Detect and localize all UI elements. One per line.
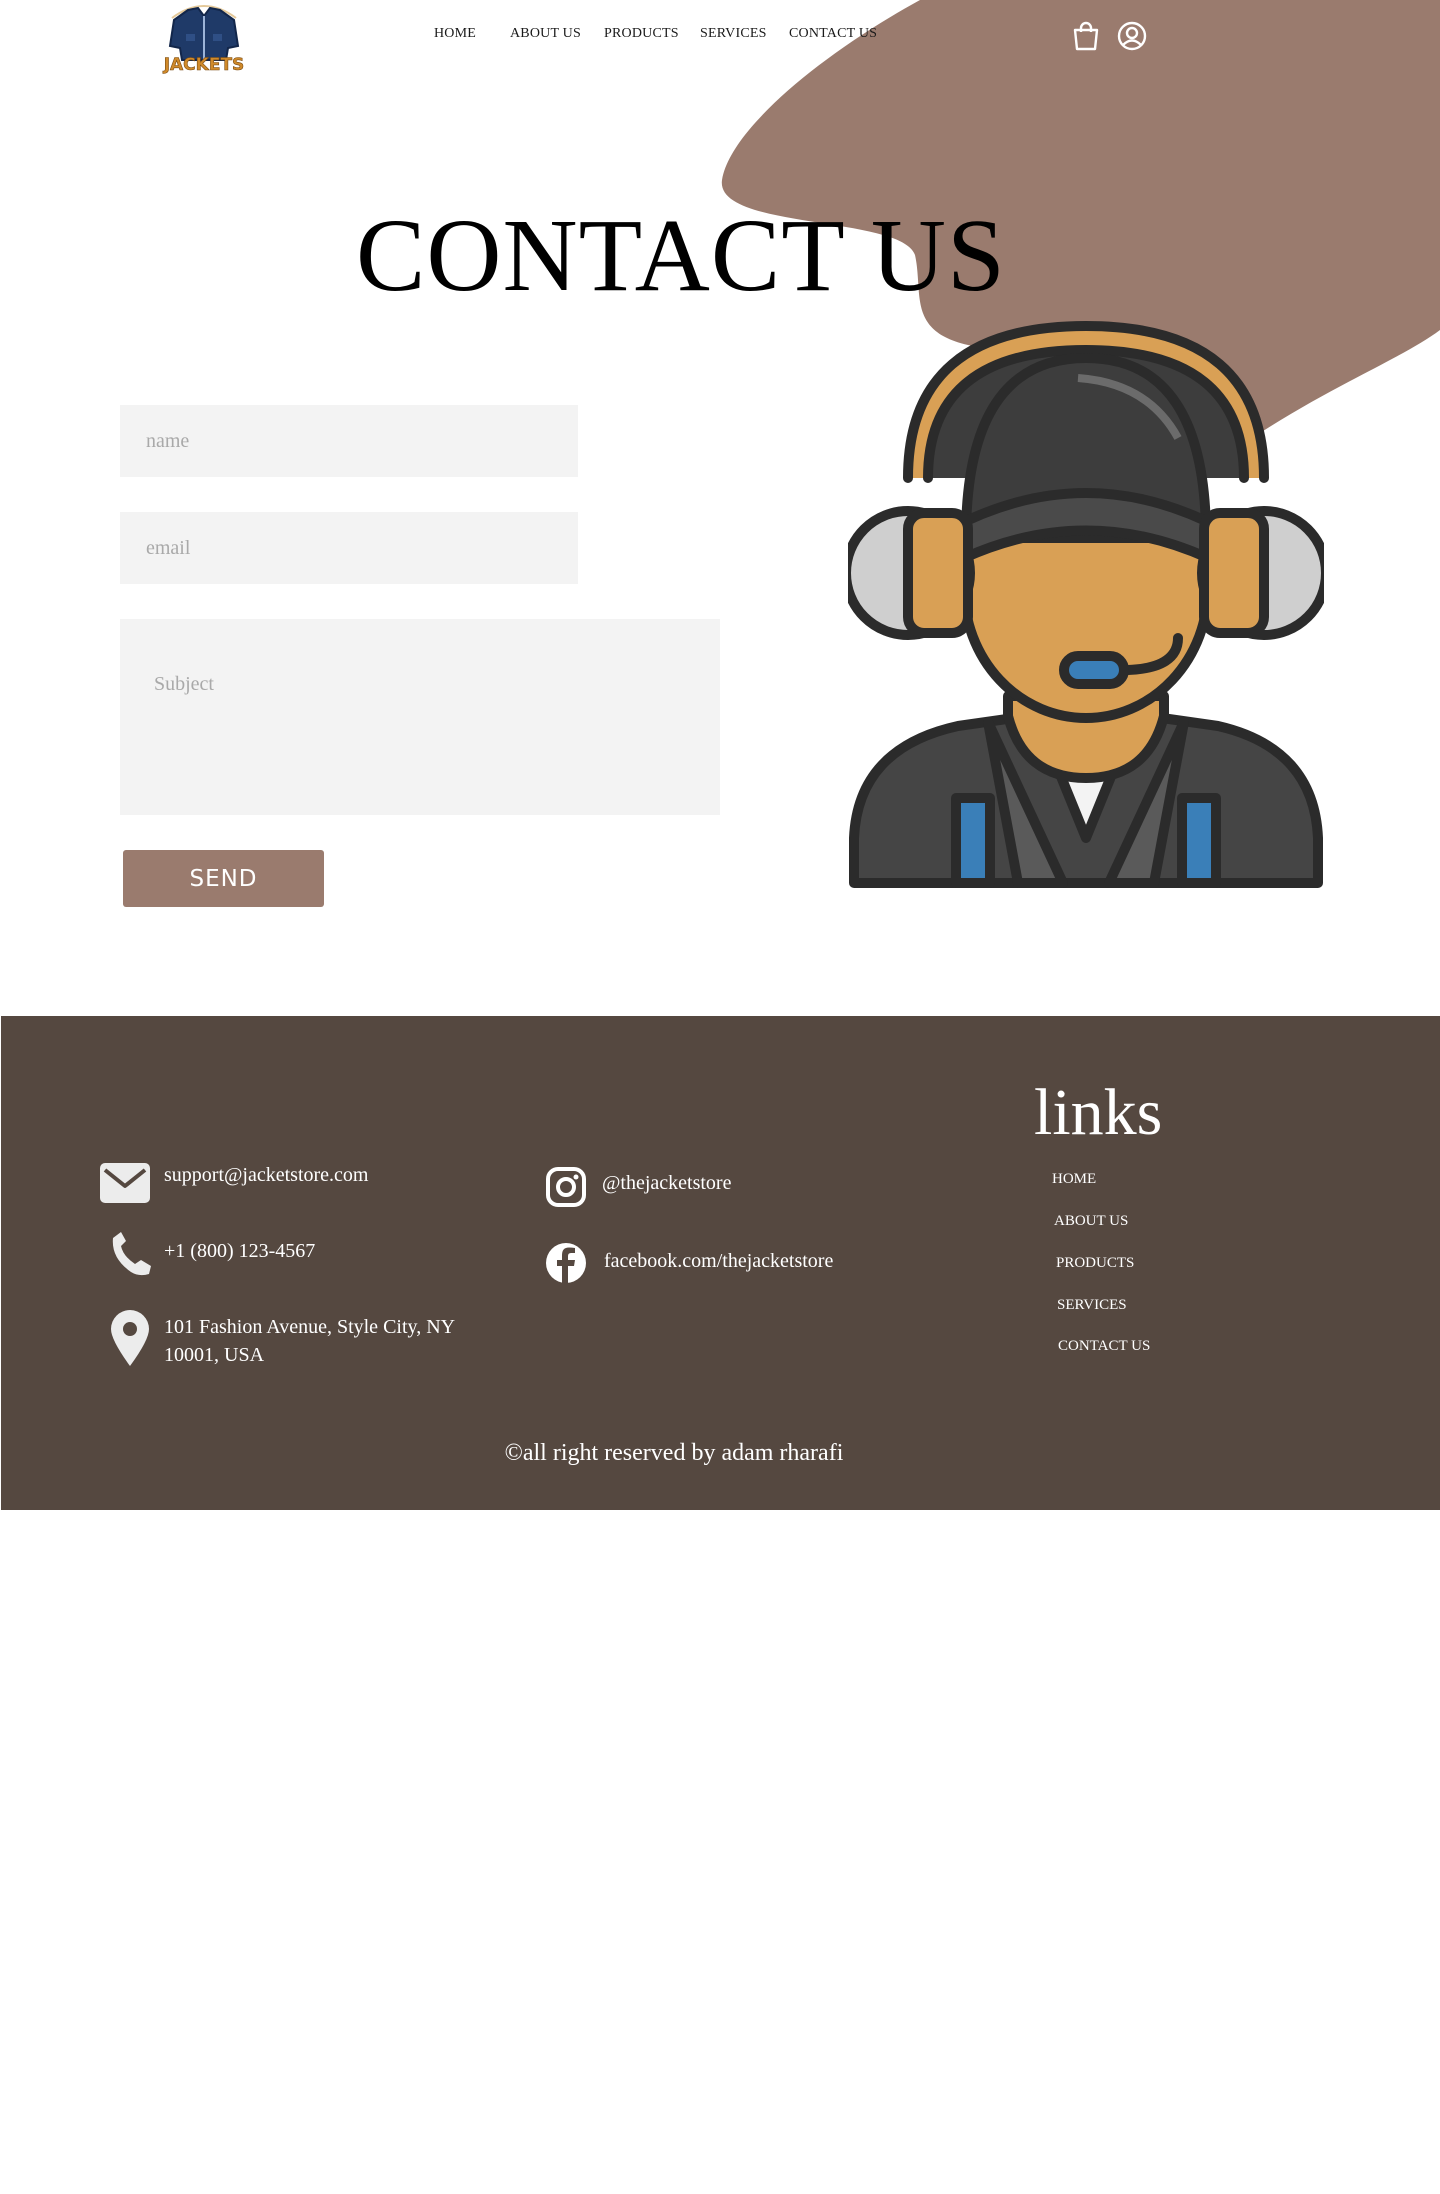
site-footer: support@jacketstore.com +1 (800) 123-456…	[1, 1016, 1440, 1510]
nav-about-us[interactable]: ABOUT US	[510, 26, 581, 42]
footer-facebook-link[interactable]: facebook.com/thejacketstore	[604, 1250, 833, 1273]
footer-link-services[interactable]: SERVICES	[1057, 1297, 1127, 1314]
footer-link-about-us[interactable]: ABOUT US	[1054, 1213, 1128, 1230]
subject-textarea[interactable]	[120, 619, 720, 815]
shopping-bag-icon[interactable]	[1070, 20, 1102, 52]
footer-address-line2: 10001, USA	[164, 1344, 265, 1366]
user-account-icon[interactable]	[1116, 20, 1148, 52]
mail-icon	[100, 1163, 150, 1203]
phone-icon	[112, 1232, 151, 1276]
footer-link-contact-us[interactable]: CONTACT US	[1058, 1338, 1150, 1355]
page-title: CONTACT US	[356, 198, 1006, 313]
footer-link-products[interactable]: PRODUCTS	[1056, 1255, 1134, 1272]
footer-phone[interactable]: +1 (800) 123-4567	[164, 1240, 315, 1263]
footer-links-title: links	[1034, 1076, 1163, 1149]
nav-products[interactable]: PRODUCTS	[604, 26, 679, 42]
email-input[interactable]	[120, 512, 578, 584]
nav-home[interactable]: HOME	[434, 26, 476, 42]
footer-email[interactable]: support@jacketstore.com	[164, 1164, 368, 1187]
main-nav: HOME ABOUT US PRODUCTS SERVICES CONTACT …	[0, 26, 1440, 48]
send-button[interactable]: SEND	[123, 850, 324, 907]
nav-services[interactable]: SERVICES	[700, 26, 767, 42]
name-input[interactable]	[120, 405, 578, 477]
nav-contact-us[interactable]: CONTACT US	[789, 26, 877, 42]
footer-link-home[interactable]: HOME	[1052, 1171, 1096, 1188]
location-pin-icon	[111, 1310, 149, 1366]
facebook-icon[interactable]	[545, 1242, 587, 1284]
copyright-text: ©all right reserved by adam rharafi	[504, 1440, 844, 1466]
footer-address-line1: 101 Fashion Avenue, Style City, NY	[164, 1316, 456, 1338]
instagram-icon[interactable]	[545, 1166, 587, 1208]
footer-instagram-handle[interactable]: @thejacketstore	[602, 1172, 731, 1195]
support-agent-illustration	[848, 321, 1324, 888]
svg-text:JACKETS: JACKETS	[163, 55, 245, 75]
